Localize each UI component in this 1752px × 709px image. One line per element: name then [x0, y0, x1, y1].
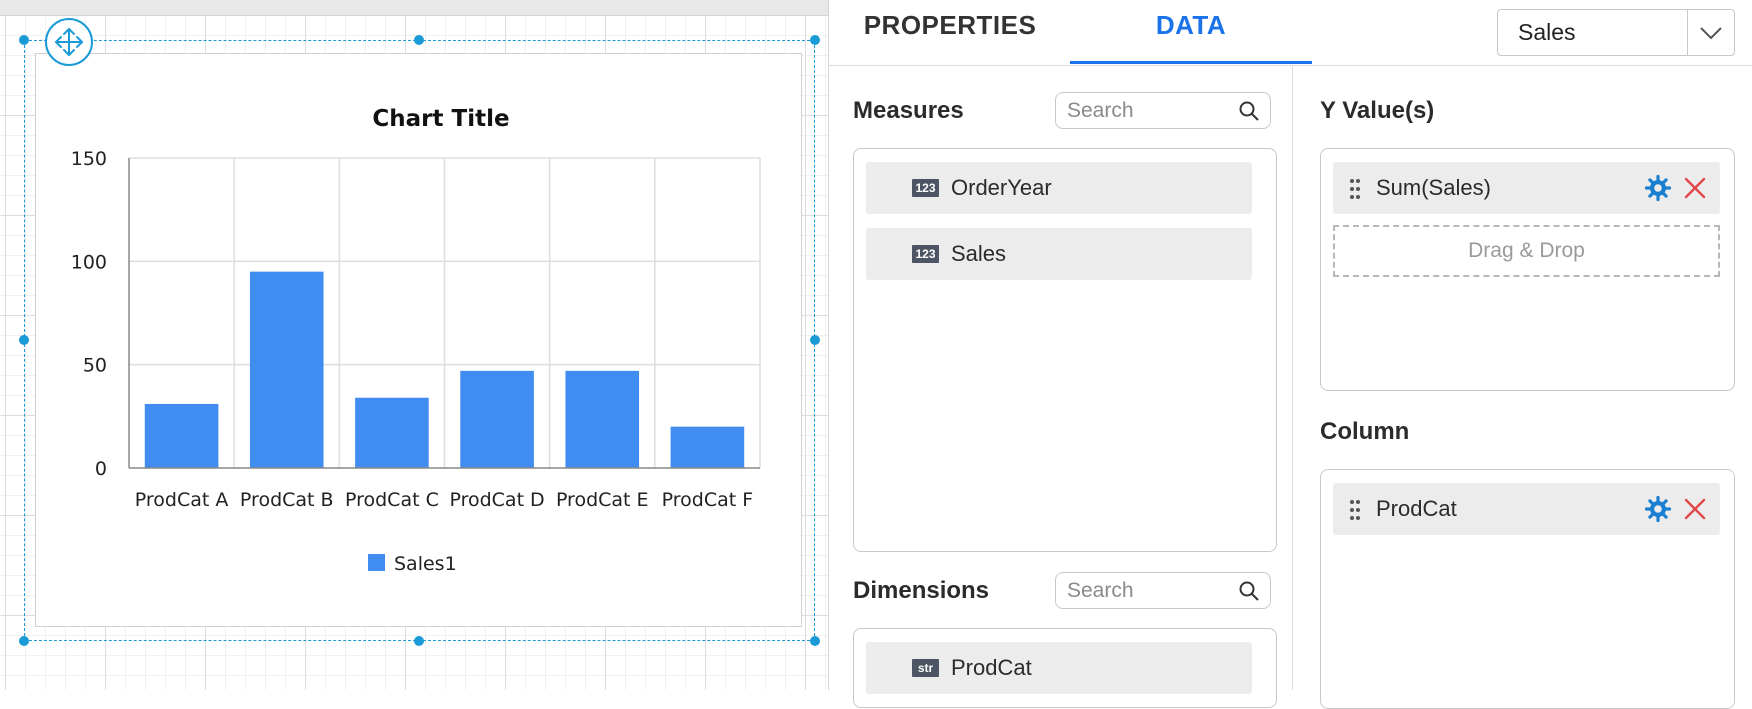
- search-icon[interactable]: [1238, 100, 1260, 122]
- y-values-title: Y Value(s): [1320, 97, 1435, 124]
- dropdown-toggle[interactable]: [1688, 10, 1734, 55]
- string-type-badge: str: [912, 659, 939, 677]
- resize-handle-top-left[interactable]: [19, 35, 29, 45]
- resize-handle-bottom[interactable]: [414, 636, 424, 646]
- column-item-prodcat[interactable]: ProdCat: [1333, 483, 1720, 535]
- measures-search: [1055, 92, 1271, 129]
- numeric-type-badge: 123: [912, 179, 939, 197]
- active-tab-indicator: [1070, 61, 1312, 64]
- measure-item-orderyear[interactable]: 123 OrderYear: [866, 162, 1252, 214]
- x-tick-label: ProdCat A: [135, 489, 229, 511]
- drag-handle-icon[interactable]: [1348, 498, 1362, 522]
- dimension-item-prodcat[interactable]: str ProdCat: [866, 642, 1252, 694]
- drag-drop-placeholder[interactable]: Drag & Drop: [1333, 225, 1720, 277]
- y-value-label: Sum(Sales): [1376, 175, 1491, 200]
- legend-label: Sales1: [394, 553, 457, 575]
- chart-report-item[interactable]: Chart Title 0 50 100 150 ProdCat A ProdCat B P…: [35, 53, 802, 627]
- column-label: ProdCat: [1376, 496, 1457, 521]
- design-canvas[interactable]: Chart Title 0 50 100 150 ProdCat A ProdCat B P…: [0, 0, 828, 690]
- x-tick-label: ProdCat E: [556, 489, 649, 511]
- x-tick-label: ProdCat B: [240, 489, 334, 511]
- resize-handle-right[interactable]: [810, 335, 820, 345]
- gear-icon[interactable]: [1644, 174, 1672, 202]
- chevron-down-icon: [1700, 26, 1722, 39]
- dimensions-list: str ProdCat: [853, 628, 1277, 708]
- panel-header: PROPERTIES DATA Sales: [829, 0, 1752, 66]
- dimensions-search: [1055, 572, 1271, 609]
- properties-panel: PROPERTIES DATA Sales Measures 123 Order…: [828, 0, 1752, 709]
- field-label: ProdCat: [951, 655, 1032, 680]
- dataset-selected-value: Sales: [1518, 19, 1576, 45]
- x-tick-label: ProdCat D: [449, 489, 544, 511]
- field-label: OrderYear: [951, 175, 1052, 200]
- dataset-dropdown[interactable]: Sales: [1497, 9, 1735, 56]
- column-divider: [1292, 65, 1293, 690]
- bar: [249, 271, 324, 468]
- resize-handle-top-right[interactable]: [810, 35, 820, 45]
- close-icon[interactable]: [1683, 497, 1707, 521]
- close-icon[interactable]: [1683, 176, 1707, 200]
- y-tick-label: 0: [95, 458, 107, 480]
- bar: [355, 397, 429, 468]
- dimensions-search-input[interactable]: [1067, 573, 1227, 608]
- chart-title: Chart Title: [372, 106, 509, 132]
- measures-search-input[interactable]: [1067, 93, 1227, 128]
- field-label: Sales: [951, 241, 1007, 266]
- legend-swatch: [368, 554, 385, 571]
- measure-item-sales[interactable]: 123 Sales: [866, 228, 1252, 280]
- resize-handle-left[interactable]: [19, 335, 29, 345]
- bar-chart: Chart Title 0 50 100 150 ProdCat A ProdCat B P…: [71, 106, 761, 575]
- move-handle[interactable]: [45, 18, 93, 66]
- column-title: Column: [1320, 418, 1410, 445]
- bar: [460, 370, 534, 468]
- y-tick-label: 50: [83, 355, 107, 377]
- tab-properties[interactable]: PROPERTIES: [829, 0, 1071, 65]
- x-tick-label: ProdCat C: [345, 489, 439, 511]
- resize-handle-top[interactable]: [414, 35, 424, 45]
- column-drop-zone[interactable]: ProdCat: [1320, 469, 1735, 709]
- dimensions-title: Dimensions: [853, 577, 990, 604]
- measures-title: Measures: [853, 97, 964, 124]
- resize-handle-bottom-right[interactable]: [810, 636, 820, 646]
- bar: [565, 370, 640, 468]
- search-icon[interactable]: [1238, 580, 1260, 602]
- drag-handle-icon[interactable]: [1348, 177, 1362, 201]
- tab-data[interactable]: DATA: [1070, 0, 1312, 65]
- resize-handle-bottom-left[interactable]: [19, 636, 29, 646]
- canvas-ruler: [0, 0, 828, 16]
- y-tick-label: 150: [71, 148, 107, 170]
- gear-icon[interactable]: [1644, 495, 1672, 523]
- bar: [670, 426, 745, 468]
- bar: [144, 403, 219, 468]
- numeric-type-badge: 123: [912, 245, 939, 263]
- x-tick-label: ProdCat F: [662, 489, 754, 511]
- move-arrows-icon: [55, 28, 83, 56]
- y-values-drop-zone[interactable]: Sum(Sales) Drag & Drop: [1320, 148, 1735, 391]
- y-tick-label: 100: [71, 251, 107, 273]
- measures-list: 123 OrderYear 123 Sales: [853, 148, 1277, 552]
- y-value-item-sum-sales[interactable]: Sum(Sales): [1333, 162, 1720, 214]
